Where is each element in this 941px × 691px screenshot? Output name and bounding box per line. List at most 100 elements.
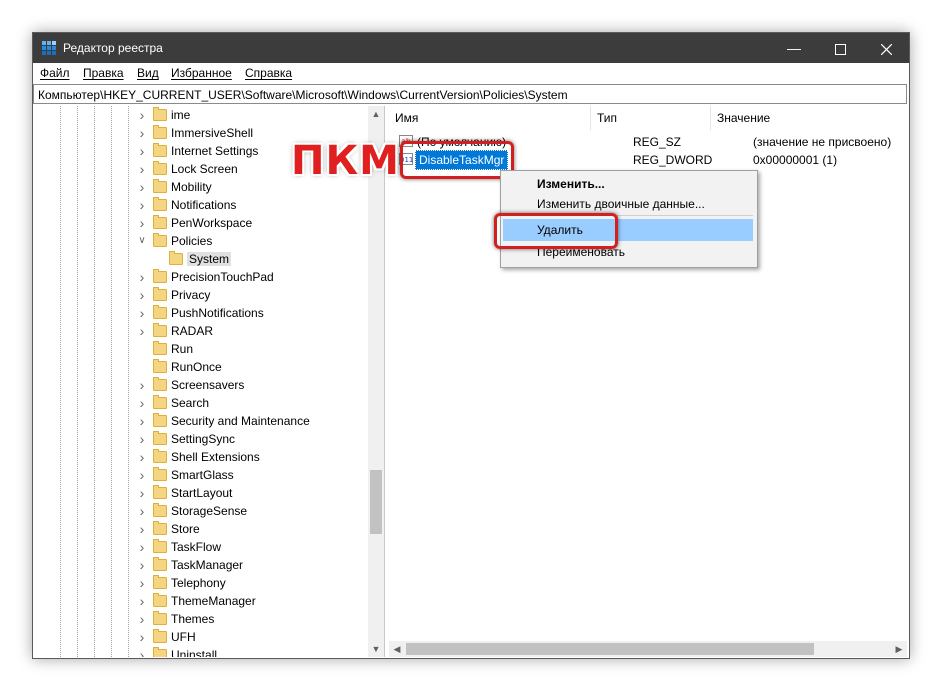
folder-icon (153, 197, 167, 211)
minimize-button[interactable]: — (771, 33, 817, 63)
address-bar[interactable]: Компьютер\HKEY_CURRENT_USER\Software\Mic… (33, 84, 907, 104)
expand-chevron-icon[interactable]: › (136, 162, 148, 176)
expand-chevron-icon[interactable]: › (136, 468, 148, 482)
tree-item-label: Uninstall (171, 648, 218, 657)
tree-item[interactable]: System (33, 250, 368, 268)
expand-chevron-icon[interactable]: › (136, 324, 148, 338)
expand-chevron-icon[interactable]: › (136, 414, 148, 428)
scroll-down-icon[interactable]: ▼ (368, 641, 384, 657)
folder-icon (153, 629, 167, 643)
folder-icon (153, 593, 167, 607)
tree-item[interactable]: ∨ Policies (33, 232, 368, 250)
tree-item-label: UFH (171, 630, 196, 644)
expand-chevron-icon[interactable]: › (136, 522, 148, 536)
folder-icon (153, 287, 167, 301)
tree-item[interactable]: › Screensavers (33, 376, 368, 394)
folder-icon (153, 341, 167, 355)
tree-item[interactable]: › Store (33, 520, 368, 538)
expand-chevron-icon[interactable]: › (136, 144, 148, 158)
expand-chevron-icon[interactable]: › (136, 216, 148, 230)
tree-connector (136, 361, 148, 373)
tree-item-label: Policies (171, 234, 213, 248)
expand-chevron-icon[interactable]: › (136, 612, 148, 626)
tree-item-label: ThemeManager (171, 594, 256, 608)
folder-icon (153, 611, 167, 625)
menu-file[interactable]: Файл (40, 66, 70, 80)
menu-help[interactable]: Справка (245, 66, 292, 80)
folder-icon (153, 269, 167, 283)
tree-item[interactable]: › SettingSync (33, 430, 368, 448)
scroll-right-icon[interactable]: ▶ (891, 641, 907, 657)
tree-item[interactable]: › TaskFlow (33, 538, 368, 556)
scroll-left-icon[interactable]: ◀ (389, 641, 405, 657)
tree-item[interactable]: › RADAR (33, 322, 368, 340)
tree-item[interactable]: › StartLayout (33, 484, 368, 502)
menu-view[interactable]: Вид (137, 66, 159, 80)
scroll-up-icon[interactable]: ▲ (368, 106, 384, 122)
tree-item[interactable]: › SmartGlass (33, 466, 368, 484)
tree-item[interactable]: › ime (33, 106, 368, 124)
expand-chevron-icon[interactable]: › (136, 450, 148, 464)
tree-item[interactable]: › UFH (33, 628, 368, 646)
tree-item[interactable]: › ThemeManager (33, 592, 368, 610)
tree-connector (136, 343, 148, 355)
tree-item[interactable]: › PenWorkspace (33, 214, 368, 232)
expand-chevron-icon[interactable]: › (136, 432, 148, 446)
tree-item-label: Run (171, 342, 194, 356)
expand-chevron-icon[interactable]: › (136, 558, 148, 572)
menu-edit[interactable]: Правка (83, 66, 124, 80)
close-button[interactable] (863, 33, 909, 63)
tree-item[interactable]: › StorageSense (33, 502, 368, 520)
expand-chevron-icon[interactable]: › (136, 486, 148, 500)
expand-chevron-icon[interactable]: › (136, 378, 148, 392)
expand-chevron-icon[interactable]: › (136, 126, 148, 140)
expand-chevron-icon[interactable]: › (136, 288, 148, 302)
tree-item[interactable]: › TaskManager (33, 556, 368, 574)
expand-chevron-icon[interactable]: › (136, 504, 148, 518)
tree-item[interactable]: › PrecisionTouchPad (33, 268, 368, 286)
expand-chevron-icon[interactable]: › (136, 180, 148, 194)
tree-item[interactable]: › Shell Extensions (33, 448, 368, 466)
minimize-icon: — (787, 40, 801, 56)
menu-item-modify[interactable]: Изменить... (503, 173, 753, 195)
collapse-chevron-icon[interactable]: ∨ (136, 235, 148, 247)
folder-icon (153, 305, 167, 319)
value-highlight-ring (400, 141, 514, 179)
registry-editor-icon (42, 41, 56, 55)
column-header-name[interactable]: Имя (389, 106, 591, 130)
expand-chevron-icon[interactable]: › (136, 270, 148, 284)
tree-item[interactable]: Run (33, 340, 368, 358)
expand-chevron-icon[interactable]: › (136, 594, 148, 608)
expand-chevron-icon[interactable]: › (136, 540, 148, 554)
tree-item[interactable]: › Telephony (33, 574, 368, 592)
expand-chevron-icon[interactable]: › (136, 396, 148, 410)
menu-favorites[interactable]: Избранное (171, 66, 232, 80)
values-horizontal-scrollbar[interactable]: ◀ ▶ (389, 641, 907, 657)
expand-chevron-icon[interactable]: › (136, 576, 148, 590)
tree-vertical-scrollbar[interactable]: ▲ ▼ (368, 106, 384, 657)
title-bar[interactable]: Редактор реестра — (33, 33, 909, 63)
values-scroll-thumb[interactable] (406, 643, 814, 655)
expand-chevron-icon[interactable]: › (136, 630, 148, 644)
column-header-type[interactable]: Тип (591, 106, 711, 130)
tree-item[interactable]: › Uninstall (33, 646, 368, 657)
folder-icon (153, 647, 167, 657)
folder-icon (153, 467, 167, 481)
column-header-value[interactable]: Значение (711, 106, 909, 130)
expand-chevron-icon[interactable]: › (136, 108, 148, 122)
tree-item[interactable]: › PushNotifications (33, 304, 368, 322)
expand-chevron-icon[interactable]: › (136, 648, 148, 657)
tree-item[interactable]: › Search (33, 394, 368, 412)
folder-icon (153, 143, 167, 157)
folder-icon (153, 521, 167, 535)
tree-item[interactable]: › Privacy (33, 286, 368, 304)
expand-chevron-icon[interactable]: › (136, 306, 148, 320)
tree-item[interactable]: RunOnce (33, 358, 368, 376)
expand-chevron-icon[interactable]: › (136, 198, 148, 212)
tree-item[interactable]: › Themes (33, 610, 368, 628)
tree-item[interactable]: › Security and Maintenance (33, 412, 368, 430)
menu-item-modify-binary[interactable]: Изменить двоичные данные... (503, 193, 753, 215)
maximize-button[interactable] (817, 33, 863, 63)
tree-scroll-thumb[interactable] (370, 470, 382, 534)
tree-item[interactable]: › Notifications (33, 196, 368, 214)
